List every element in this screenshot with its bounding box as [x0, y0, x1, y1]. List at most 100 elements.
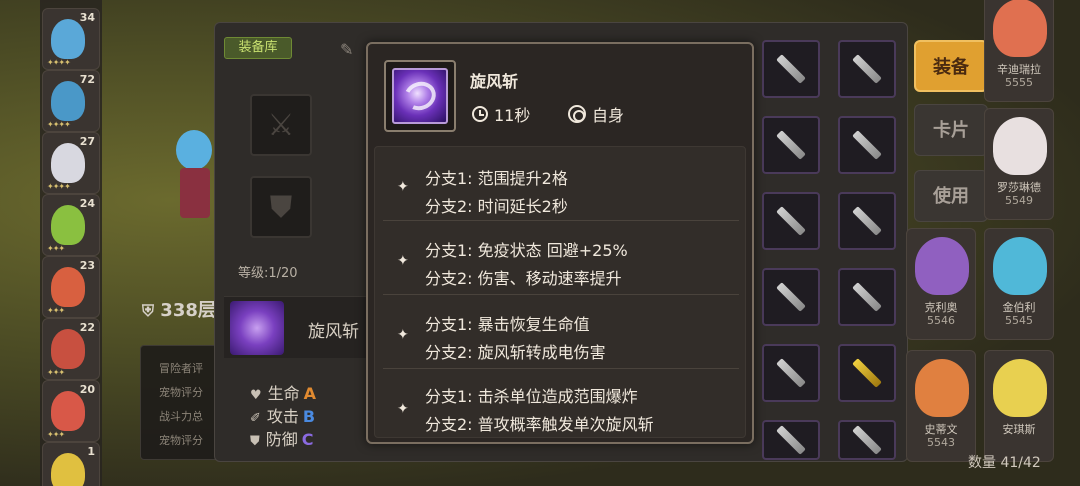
duration-text: 11秒 [494, 106, 531, 125]
skill-target: 自身 [568, 102, 624, 126]
stat-grade: C [301, 430, 314, 449]
clock-icon [472, 106, 488, 122]
roster-level: 1 [87, 445, 95, 458]
target-text: 自身 [592, 106, 625, 125]
branch-line: 分支1: 免疫状态 回避+25% [425, 241, 628, 260]
whirlwind-skill-icon [392, 68, 448, 124]
info-line: 宠物评分 [159, 386, 203, 399]
hero-portrait [993, 237, 1047, 295]
target-icon [568, 105, 586, 123]
roster-slot[interactable]: 72 ✦✦✦✦ [42, 70, 100, 132]
sword-icon [776, 282, 806, 312]
sparkle-icon: ✦ [397, 253, 409, 269]
hero-portrait [915, 359, 969, 417]
inventory-item[interactable] [762, 40, 820, 98]
branch-line: 分支2: 伤害、移动速率提升 [425, 269, 622, 288]
armor-icon: ⛊ [269, 189, 293, 225]
stat-grade: B [302, 407, 316, 426]
roster-slot[interactable]: 20 ✦✦✦ [42, 380, 100, 442]
inventory-item[interactable] [762, 268, 820, 326]
roster-slot[interactable]: 23 ✦✦✦ [42, 256, 100, 318]
roster-level: 34 [79, 11, 95, 24]
hero-name: 罗莎琳德 [997, 181, 1041, 194]
hero-power: 5545 [1005, 314, 1033, 327]
hero-card[interactable]: 史蒂文 5543 [906, 350, 976, 462]
inventory-item[interactable] [762, 344, 820, 402]
roster-slot[interactable]: 22 ✦✦✦ [42, 318, 100, 380]
inventory-item[interactable] [762, 116, 820, 174]
roster-slot[interactable]: 34 ✦✦✦✦ [42, 8, 100, 70]
sword-icon [852, 54, 882, 84]
hero-card[interactable]: 罗莎琳德 5549 [984, 108, 1054, 220]
sparkle-icon: ✦ [397, 327, 409, 343]
star-icons: ✦✦✦✦ [47, 182, 71, 191]
info-line: 战斗力总 [159, 410, 203, 423]
inventory-item[interactable] [838, 192, 896, 250]
inventory-count: 数量 41/42 [968, 455, 1041, 471]
hero-power: 5546 [927, 314, 955, 327]
hero-card[interactable]: 辛迪瑞拉 5555 [984, 0, 1054, 102]
stat-hp: ♥ 生命 A [250, 380, 316, 404]
hero-face-icon [51, 143, 85, 183]
sword-icon [776, 54, 806, 84]
sword-small-icon: ✐ [250, 411, 261, 426]
hero-power: 5543 [927, 436, 955, 449]
branch-list: ✦ 分支1: 范围提升2格 分支2: 时间延长2秒 ✦ 分支1: 免疫状态 回避… [374, 146, 746, 438]
floor-text: 338层 [160, 300, 216, 321]
equipment-library-tab[interactable]: 装备库 [224, 37, 292, 59]
inventory-item[interactable] [762, 192, 820, 250]
equipped-skill-row[interactable]: 旋风斩 [224, 296, 369, 358]
skill-name: 旋风斩 [308, 322, 359, 342]
card-button[interactable]: 卡片 [914, 104, 988, 156]
inventory-item[interactable] [838, 116, 896, 174]
sword-icon [776, 206, 806, 236]
hero-name: 安琪斯 [1002, 423, 1036, 436]
skill-title: 旋风斩 [470, 72, 519, 91]
roster-level: 20 [79, 383, 95, 396]
roster-level: 22 [79, 321, 95, 334]
info-line: 冒险者评 [159, 362, 203, 375]
inventory-item[interactable] [838, 344, 896, 402]
inventory-item[interactable] [838, 40, 896, 98]
hero-card[interactable]: 金伯利 5545 [984, 228, 1054, 340]
hero-name: 史蒂文 [924, 423, 958, 436]
stat-label: 生命 [267, 384, 300, 403]
stat-label: 攻击 [266, 407, 299, 426]
inventory-item[interactable] [838, 268, 896, 326]
hero-card[interactable]: 安琪斯 [984, 350, 1054, 462]
pencil-icon[interactable]: ✎ [340, 40, 353, 59]
shield-small-icon: ⛊ [250, 434, 260, 449]
hero-face-icon [51, 453, 85, 486]
info-line: 宠物评分 [159, 434, 203, 447]
roster-level: 23 [79, 259, 95, 272]
hero-name: 金伯利 [1002, 301, 1036, 314]
hero-name: 辛迪瑞拉 [997, 63, 1041, 76]
map-character-sprite[interactable] [170, 130, 220, 230]
branch-group: ✦ 分支1: 暴击恢复生命值 分支2: 旋风斩转成电伤害 [375, 299, 747, 369]
equip-button[interactable]: 装备 [914, 40, 988, 92]
star-icons: ✦✦✦ [47, 244, 65, 253]
inventory-item[interactable] [762, 420, 820, 460]
weapon-slot[interactable]: ⚔ [250, 94, 312, 156]
roster-slot[interactable]: 27 ✦✦✦✦ [42, 132, 100, 194]
star-icons: ✦✦✦ [47, 430, 65, 439]
whirlwind-skill-icon [230, 301, 284, 355]
use-button[interactable]: 使用 [914, 170, 988, 222]
hero-face-icon [51, 81, 85, 121]
roster-level: 24 [79, 197, 95, 210]
roster-slot[interactable]: 24 ✦✦✦ [42, 194, 100, 256]
branch-line: 分支2: 时间延长2秒 [425, 197, 568, 216]
roster-level: 72 [79, 73, 95, 86]
sword-icon [852, 282, 882, 312]
armor-slot[interactable]: ⛊ [250, 176, 312, 238]
hero-portrait [993, 117, 1047, 175]
roster-slot[interactable]: 1 [42, 442, 100, 486]
stat-def: ⛊ 防御 C [250, 426, 314, 450]
hero-power: 5549 [1005, 194, 1033, 207]
branch-group: ✦ 分支1: 击杀单位造成范围爆炸 分支2: 普攻概率触发单次旋风斩 [375, 373, 747, 443]
hero-card[interactable]: 克利奥 5546 [906, 228, 976, 340]
branch-line: 分支1: 击杀单位造成范围爆炸 [425, 387, 638, 406]
sword-icon [776, 130, 806, 160]
floor-badge: ⛨ 338层 [142, 296, 216, 322]
inventory-item[interactable] [838, 420, 896, 460]
